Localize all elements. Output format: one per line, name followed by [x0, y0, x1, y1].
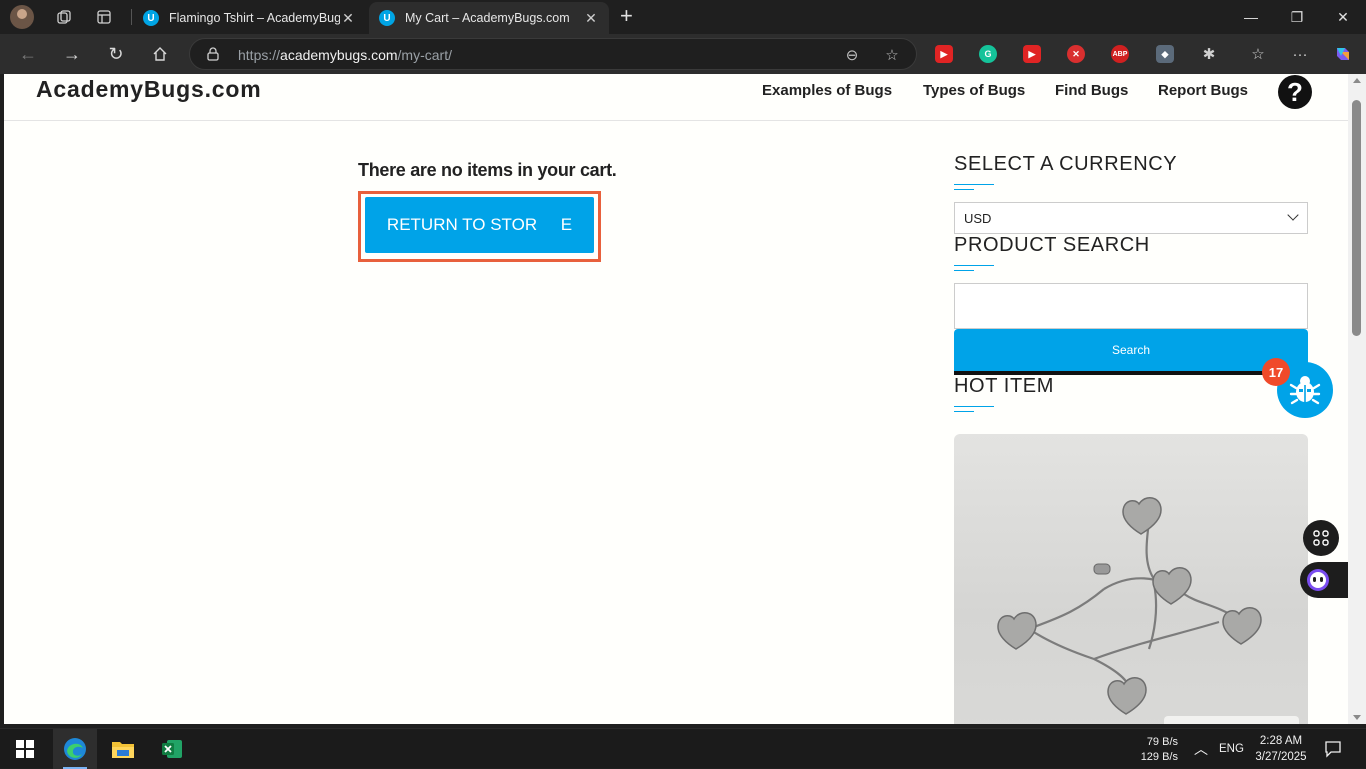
currency-select[interactable]: USD: [954, 202, 1308, 234]
close-window-icon[interactable]: ✕: [1320, 0, 1366, 34]
product-search-title: PRODUCT SEARCH: [954, 234, 1150, 256]
academybugs-favicon-icon: U: [143, 10, 159, 26]
hot-item-image[interactable]: [954, 434, 1308, 724]
menu-types-of-bugs[interactable]: Types of Bugs: [923, 82, 1025, 99]
url-text: https://academybugs.com/my-cart/: [238, 47, 452, 63]
file-explorer-icon[interactable]: [101, 729, 145, 769]
help-icon[interactable]: ?: [1278, 75, 1312, 109]
apps-grid-icon[interactable]: [1303, 520, 1339, 556]
favorites-list-icon[interactable]: ☆: [1248, 44, 1268, 64]
menu-find-bugs[interactable]: Find Bugs: [1055, 82, 1128, 99]
clock-time: 2:28 AM: [1259, 735, 1303, 747]
new-tab-icon[interactable]: +: [620, 5, 633, 27]
more-menu-icon[interactable]: ···: [1290, 44, 1310, 64]
address-bar[interactable]: https://academybugs.com/my-cart/ ⊖ ☆: [189, 38, 917, 70]
adblock-plus-icon[interactable]: ABP: [1111, 45, 1129, 63]
tab-separator: [131, 9, 132, 25]
net-down-speed: 129 B/s: [1140, 751, 1178, 763]
restore-icon[interactable]: ❐: [1274, 0, 1320, 34]
close-tab-icon[interactable]: ✕: [583, 10, 599, 27]
favorite-star-icon[interactable]: ☆: [882, 45, 902, 65]
product-search-input[interactable]: [954, 283, 1308, 329]
search-button[interactable]: Search: [954, 329, 1308, 375]
site-header: AcademyBugs.com Examples of Bugs Types o…: [4, 74, 1348, 121]
tab-title: Flamingo Tshirt – AcademyBugs.com: [169, 11, 340, 25]
menu-examples-of-bugs[interactable]: Examples of Bugs: [762, 82, 892, 99]
tray-chevron-up-icon[interactable]: ︿: [1194, 729, 1208, 769]
page-scrollbar[interactable]: [1348, 74, 1366, 724]
reading-view-icon[interactable]: ⊖: [842, 45, 862, 65]
clock-date: 3/27/2025: [1255, 751, 1307, 763]
net-up-speed: 79 B/s: [1146, 736, 1178, 748]
extension-red-icon[interactable]: ▶: [935, 45, 953, 63]
site-logo[interactable]: AcademyBugs.com: [36, 76, 261, 103]
copilot-icon[interactable]: [1333, 44, 1353, 64]
bug-count-badge: 17: [1262, 358, 1290, 386]
home-icon[interactable]: [148, 42, 172, 66]
close-tab-icon[interactable]: ✕: [340, 10, 356, 27]
windows-taskbar: 79 B/s 129 B/s ︿ ENG 2:28 AM 3/27/2025: [0, 728, 1366, 769]
return-to-store-button[interactable]: RETURN TO STOR E: [365, 197, 594, 253]
excel-icon[interactable]: [150, 729, 194, 769]
title-underline: [954, 265, 994, 271]
back-icon[interactable]: ←: [16, 42, 40, 66]
title-underline: [954, 184, 994, 190]
tab-flamingo-tshirt[interactable]: U Flamingo Tshirt – AcademyBugs.com ✕: [133, 2, 366, 34]
cart-empty-message: There are no items in your cart.: [358, 160, 617, 180]
title-underline: [954, 406, 994, 412]
shield-icon[interactable]: ◆: [1156, 45, 1174, 63]
browser-toolbar: ← → ↻ https://academybugs.com/my-cart/ ⊖…: [0, 34, 1366, 74]
edge-browser-icon[interactable]: [53, 729, 97, 769]
network-speed: 79 B/s 129 B/s: [1130, 735, 1178, 765]
windows-start-icon[interactable]: [3, 729, 47, 769]
minimize-icon[interactable]: —: [1228, 0, 1274, 34]
hot-item-title: HOT ITEM: [954, 375, 1054, 397]
assistant-bot-icon[interactable]: [1300, 562, 1348, 598]
extension-play-icon[interactable]: ▶: [1023, 45, 1041, 63]
tab-my-cart[interactable]: U My Cart – AcademyBugs.com ✕: [369, 2, 609, 34]
extensions-puzzle-icon[interactable]: ✱: [1199, 44, 1219, 64]
notifications-icon[interactable]: [1324, 729, 1342, 769]
profile-avatar[interactable]: [10, 5, 34, 29]
academybugs-favicon-icon: U: [379, 10, 395, 26]
currency-value: USD: [964, 210, 992, 226]
menu-report-bugs[interactable]: Report Bugs: [1158, 82, 1248, 99]
grammarly-icon[interactable]: G: [979, 45, 997, 63]
tab-title: My Cart – AcademyBugs.com: [405, 11, 570, 25]
extension-tools-icon[interactable]: ✕: [1067, 45, 1085, 63]
page-viewport: AcademyBugs.com Examples of Bugs Types o…: [4, 74, 1348, 724]
heart-bracelet-image: [997, 497, 1299, 724]
lock-icon[interactable]: [207, 47, 219, 61]
currency-widget-title: SELECT A CURRENCY: [954, 153, 1178, 175]
system-clock[interactable]: 2:28 AM 3/27/2025: [1253, 733, 1309, 765]
scroll-down-icon[interactable]: [1353, 715, 1361, 720]
workspaces-icon[interactable]: [54, 7, 74, 27]
language-indicator[interactable]: ENG: [1219, 729, 1244, 769]
chevron-down-icon: [1287, 209, 1299, 221]
scroll-up-icon[interactable]: [1353, 78, 1361, 83]
scrollbar-thumb[interactable]: [1352, 100, 1361, 336]
refresh-icon[interactable]: ↻: [104, 42, 128, 66]
forward-icon[interactable]: →: [60, 42, 84, 66]
tab-actions-icon[interactable]: [94, 7, 114, 27]
